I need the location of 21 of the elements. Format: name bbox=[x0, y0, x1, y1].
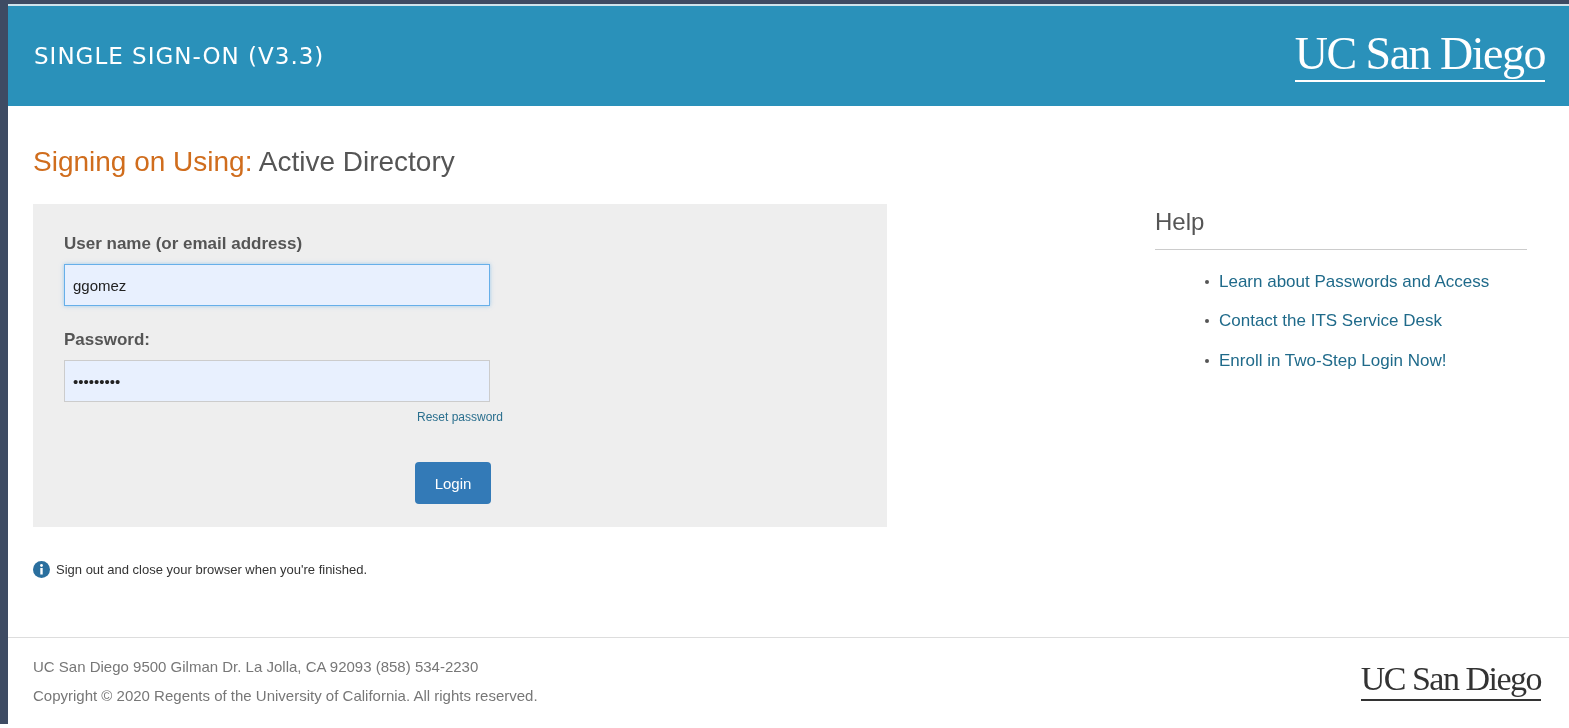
footer-address: UC San Diego 9500 Gilman Dr. La Jolla, CA 92093 (858) 534-2230 bbox=[33, 658, 480, 675]
footer-copyright: Copyright © 2020 Regents of the University of California. All rights reserved. bbox=[33, 687, 538, 704]
bullet-icon bbox=[1205, 319, 1209, 324]
page-heading: Signing on Using: Active Directory bbox=[33, 146, 456, 178]
help-link[interactable]: Contact the ITS Service Desk bbox=[1219, 311, 1442, 332]
username-field[interactable]: ggomez bbox=[64, 264, 490, 306]
notice-text: Sign out and close your browser when you're finished. bbox=[56, 562, 368, 577]
bullet-icon bbox=[1205, 358, 1209, 363]
field-label: Password: bbox=[64, 330, 151, 350]
page-title: SINGLE SIGN-ON (V3.3) bbox=[34, 43, 325, 69]
info-icon bbox=[33, 561, 50, 578]
bullet-icon bbox=[1205, 279, 1209, 284]
password-field[interactable]: ••••••••• bbox=[64, 360, 490, 402]
help-link[interactable]: Learn about Passwords and Access bbox=[1219, 271, 1490, 292]
university-logo: UC San Diego bbox=[1294, 30, 1545, 82]
help-link[interactable]: Enroll in Two-Step Login Now! bbox=[1219, 350, 1447, 371]
field-label: User name (or email address) bbox=[64, 234, 304, 254]
login-button[interactable]: Login bbox=[415, 462, 491, 504]
university-logo: UC San Diego bbox=[1360, 661, 1541, 701]
help-title: Help bbox=[1155, 208, 1527, 250]
reset-password-link[interactable]: Reset password bbox=[417, 410, 504, 424]
